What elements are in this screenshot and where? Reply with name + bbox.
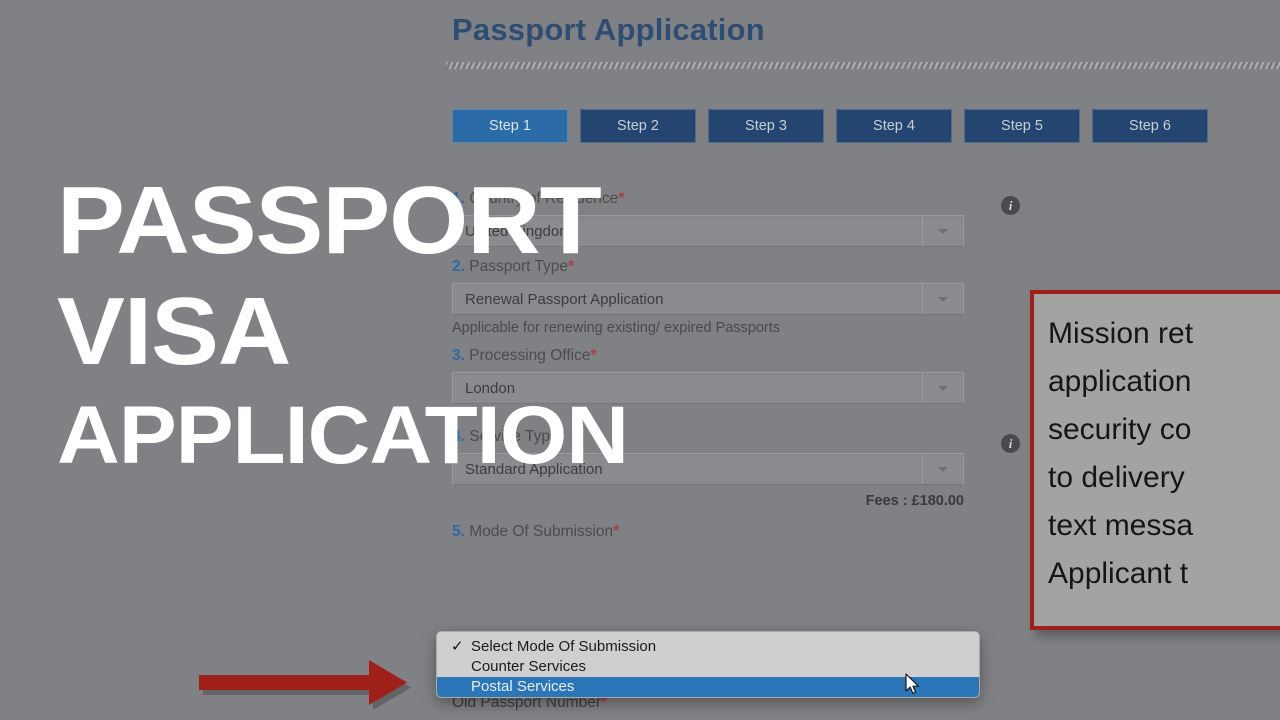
step-button-1[interactable]: Step 1 [452,109,568,143]
overlay-line-1: PASSPORT [57,167,602,274]
step-button-6[interactable]: Step 6 [1092,109,1208,143]
dropdown-option-counter-services[interactable]: Counter Services [437,657,979,677]
field-mode-of-submission: 5. Mode Of Submission* [452,523,982,541]
callout-line-1: Mission ret [1048,317,1194,350]
info-icon-country[interactable]: i [1001,196,1020,215]
red-arrow-annotation-icon [199,660,411,710]
video-overlay-headline: PASSPORT VISA APPLICATION [57,173,629,477]
field-label-mode-of-submission: 5. Mode Of Submission* [452,523,982,541]
step-button-3[interactable]: Step 3 [708,109,824,143]
overlay-line-3: APPLICATION [57,390,629,482]
title-divider [446,62,1280,69]
info-icon-service-type[interactable]: i [1001,434,1020,453]
step-button-5[interactable]: Step 5 [964,109,1080,143]
dropdown-option-label: Postal Services [471,678,575,695]
chevron-down-icon[interactable] [922,284,963,314]
dropdown-option-label: Select Mode Of Submission [471,638,657,655]
field-number-5: 5. [452,523,465,540]
chevron-down-icon[interactable] [922,373,963,403]
callout-line-3: security co [1048,413,1192,446]
checkmark-icon: ✓ [451,638,464,655]
chevron-down-icon[interactable] [922,454,963,484]
callout-line-6: Applicant t [1048,557,1189,590]
mode-of-submission-dropdown[interactable]: ✓ Select Mode Of Submission Counter Serv… [436,631,980,698]
callout-line-2: application [1048,365,1192,398]
field-label-text-mode-of-submission: Mode Of Submission [469,523,614,540]
callout-line-5: text messa [1048,509,1194,542]
required-marker-5: * [613,523,620,540]
info-callout-box: Mission ret application security co to d… [1030,290,1280,630]
step-navigation: Step 1 Step 2 Step 3 Step 4 Step 5 Step … [452,109,1208,143]
callout-line-4: to delivery [1048,461,1185,494]
overlay-line-2: VISA [57,277,291,385]
mouse-cursor-icon [905,673,919,694]
fees-amount: Fees : £180.00 [865,493,964,509]
dropdown-option-postal-services[interactable]: Postal Services [437,677,979,697]
dropdown-option-select-mode[interactable]: ✓ Select Mode Of Submission [437,637,979,657]
dimmed-page-background: Passport Application Step 1 Step 2 Step … [0,0,1280,720]
step-button-4[interactable]: Step 4 [836,109,952,143]
step-button-2[interactable]: Step 2 [580,109,696,143]
chevron-down-icon[interactable] [922,216,963,246]
page-title: Passport Application [452,12,765,47]
dropdown-option-label: Counter Services [471,658,587,675]
